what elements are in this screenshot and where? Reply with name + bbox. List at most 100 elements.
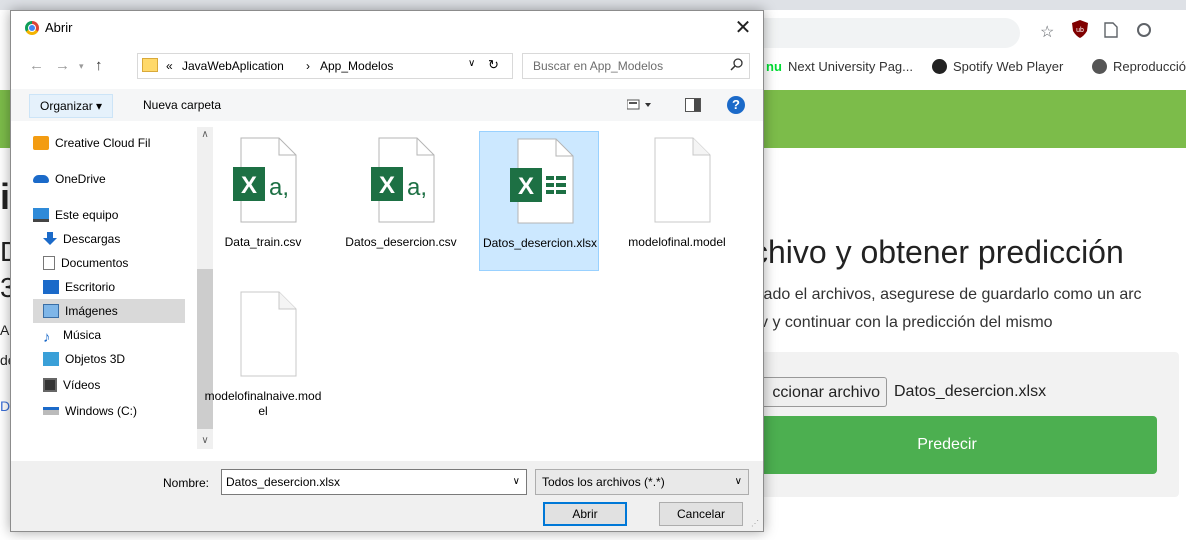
file-item[interactable]: X a, Datos_desercion.csv	[341, 131, 461, 271]
music-icon: ♪	[43, 329, 51, 346]
nav-item-descargas[interactable]: Descargas	[33, 227, 185, 251]
svg-text:X: X	[518, 173, 534, 200]
new-folder-button[interactable]: Nueva carpeta	[133, 94, 231, 116]
nav-item-label: Escritorio	[65, 280, 116, 294]
file-name: Datos_desercion.csv	[345, 235, 457, 249]
xlsx-file-icon: X	[510, 138, 574, 224]
videos-icon	[43, 378, 57, 392]
left-fragment: A	[0, 322, 10, 338]
nav-item-onedrive[interactable]: OneDrive	[33, 167, 175, 191]
file-name: Datos_desercion.xlsx	[482, 236, 598, 250]
svg-text:ub: ub	[1076, 27, 1084, 34]
file-type-select[interactable]: Todos los archivos (*.*) ∨	[535, 469, 749, 495]
globe-icon	[1092, 59, 1107, 74]
generic-file-icon	[654, 137, 711, 223]
nav-item-windows-c[interactable]: Windows (C:)	[33, 399, 185, 423]
nav-item-label: Vídeos	[63, 378, 101, 392]
filename-label: Nombre:	[163, 476, 210, 490]
desktop-icon	[43, 280, 59, 294]
breadcrumb-overflow[interactable]: «	[166, 59, 173, 73]
file-name: modelofinalnaive.model	[204, 389, 322, 418]
svg-text:a,: a,	[407, 174, 427, 201]
page-paragraph-line2: sv y continuar con la predicción del mis…	[752, 314, 1053, 331]
cancel-button[interactable]: Cancelar	[659, 502, 743, 526]
resize-grip-icon[interactable]: ⋰	[751, 519, 759, 528]
file-item[interactable]: modelofinalnaive.model	[203, 285, 323, 425]
file-name: Data_train.csv	[224, 235, 302, 249]
nav-item-creative-cloud[interactable]: Creative Cloud Fil	[33, 131, 175, 155]
search-icon[interactable]	[730, 57, 744, 74]
nav-item-documentos[interactable]: Documentos	[33, 251, 185, 275]
back-arrow-icon[interactable]: ←	[29, 57, 44, 74]
file-item[interactable]: modelofinal.model	[617, 131, 737, 271]
dialog-title: Abrir	[45, 20, 73, 35]
organize-button[interactable]: Organizar ▾	[29, 94, 114, 118]
recent-locations-icon[interactable]: ▾	[79, 61, 84, 72]
breadcrumb-item[interactable]: JavaWebAplication	[182, 59, 284, 73]
folder-icon	[142, 58, 158, 72]
up-arrow-icon[interactable]: ↑	[95, 57, 103, 74]
chevron-down-icon: ∨	[734, 476, 742, 487]
file-item[interactable]: X a, Data_train.csv	[203, 131, 323, 271]
objects-3d-icon	[43, 352, 59, 366]
navigation-row: ← → ▾ ↑ « JavaWebAplication › App_Modelo…	[11, 53, 763, 83]
search-placeholder: Buscar en App_Modelos	[533, 59, 664, 73]
dialog-footer: Nombre: Datos_desercion.xlsx ∨ Todos los…	[11, 461, 763, 531]
document-icon[interactable]	[1104, 22, 1118, 43]
filename-input[interactable]: Datos_desercion.xlsx ∨	[221, 469, 527, 495]
ublock-icon[interactable]: ub	[1072, 20, 1088, 43]
nav-item-label: Descargas	[63, 232, 121, 246]
nav-item-label: OneDrive	[55, 172, 106, 186]
navigation-pane: Creative Cloud Fil OneDrive Este equipo …	[33, 127, 213, 449]
nav-item-label: Imágenes	[65, 304, 118, 318]
bookmark-prefix: nu	[766, 59, 782, 74]
extension-icon[interactable]	[1136, 22, 1152, 43]
preview-pane-icon[interactable]	[685, 98, 701, 117]
bookmark-next-university[interactable]: Next University Pag...	[788, 59, 913, 74]
bookmark-spotify[interactable]: Spotify Web Player	[932, 59, 1063, 74]
file-list: X a, Data_train.csv X a, Datos_desercion…	[203, 127, 761, 449]
bookmark-reproduccion[interactable]: Reproducció	[1092, 59, 1186, 74]
open-file-dialog: Abrir ✕ ← → ▾ ↑ « JavaWebAplication › Ap…	[10, 10, 764, 532]
command-bar: Organizar ▾ Nueva carpeta ?	[11, 89, 763, 121]
filename-value: Datos_desercion.xlsx	[226, 475, 341, 489]
chrome-logo-icon	[25, 21, 39, 35]
nav-item-este-equipo[interactable]: Este equipo	[33, 203, 175, 227]
nav-item-videos[interactable]: Vídeos	[33, 373, 185, 397]
view-options-icon[interactable]	[626, 98, 653, 117]
bookmark-spotify-label: Spotify Web Player	[953, 59, 1064, 74]
nav-item-objetos-3d[interactable]: Objetos 3D	[33, 347, 185, 371]
nav-item-imagenes[interactable]: Imágenes	[33, 299, 185, 323]
help-icon[interactable]: ?	[727, 96, 745, 114]
tab-strip	[0, 0, 1186, 10]
nav-item-musica[interactable]: ♪ Música	[33, 323, 185, 347]
chevron-down-icon[interactable]: ∨	[513, 470, 520, 494]
close-button[interactable]: ✕	[729, 15, 757, 41]
open-button[interactable]: Abrir	[543, 502, 627, 526]
creative-cloud-icon	[33, 136, 49, 150]
nav-item-label: Objetos 3D	[65, 352, 126, 366]
breadcrumb-item[interactable]: App_Modelos	[320, 59, 393, 73]
spotify-icon	[932, 59, 947, 74]
downloads-icon	[43, 230, 57, 245]
star-icon[interactable]: ☆	[1040, 22, 1054, 42]
file-name: modelofinal.model	[628, 235, 726, 249]
left-fragment: i	[0, 176, 11, 217]
predict-button[interactable]: Predecir	[737, 416, 1157, 474]
chevron-down-icon[interactable]: ∨	[468, 58, 475, 69]
nav-item-label: Música	[63, 328, 102, 342]
nav-item-escritorio[interactable]: Escritorio	[33, 275, 185, 299]
csv-file-icon: X a,	[371, 137, 435, 223]
page-paragraph-line1: ciado el archivos, asegurese de guardarl…	[752, 286, 1142, 303]
dialog-titlebar[interactable]: Abrir ✕	[11, 11, 763, 45]
breadcrumb-separator: ›	[306, 59, 310, 73]
csv-file-icon: X a,	[233, 137, 297, 223]
page-heading: chivo y obtener predicción	[752, 234, 1124, 270]
search-input[interactable]: Buscar en App_Modelos	[522, 53, 750, 79]
nav-item-label: Creative Cloud Fil	[55, 136, 151, 150]
forward-arrow-icon[interactable]: →	[55, 57, 70, 74]
address-bar[interactable]	[760, 18, 1020, 48]
breadcrumb[interactable]: « JavaWebAplication › App_Modelos ∨ ↻	[137, 53, 513, 79]
file-item-selected[interactable]: X Datos_desercion.xlsx	[479, 131, 599, 271]
refresh-icon[interactable]: ↻	[488, 57, 499, 73]
